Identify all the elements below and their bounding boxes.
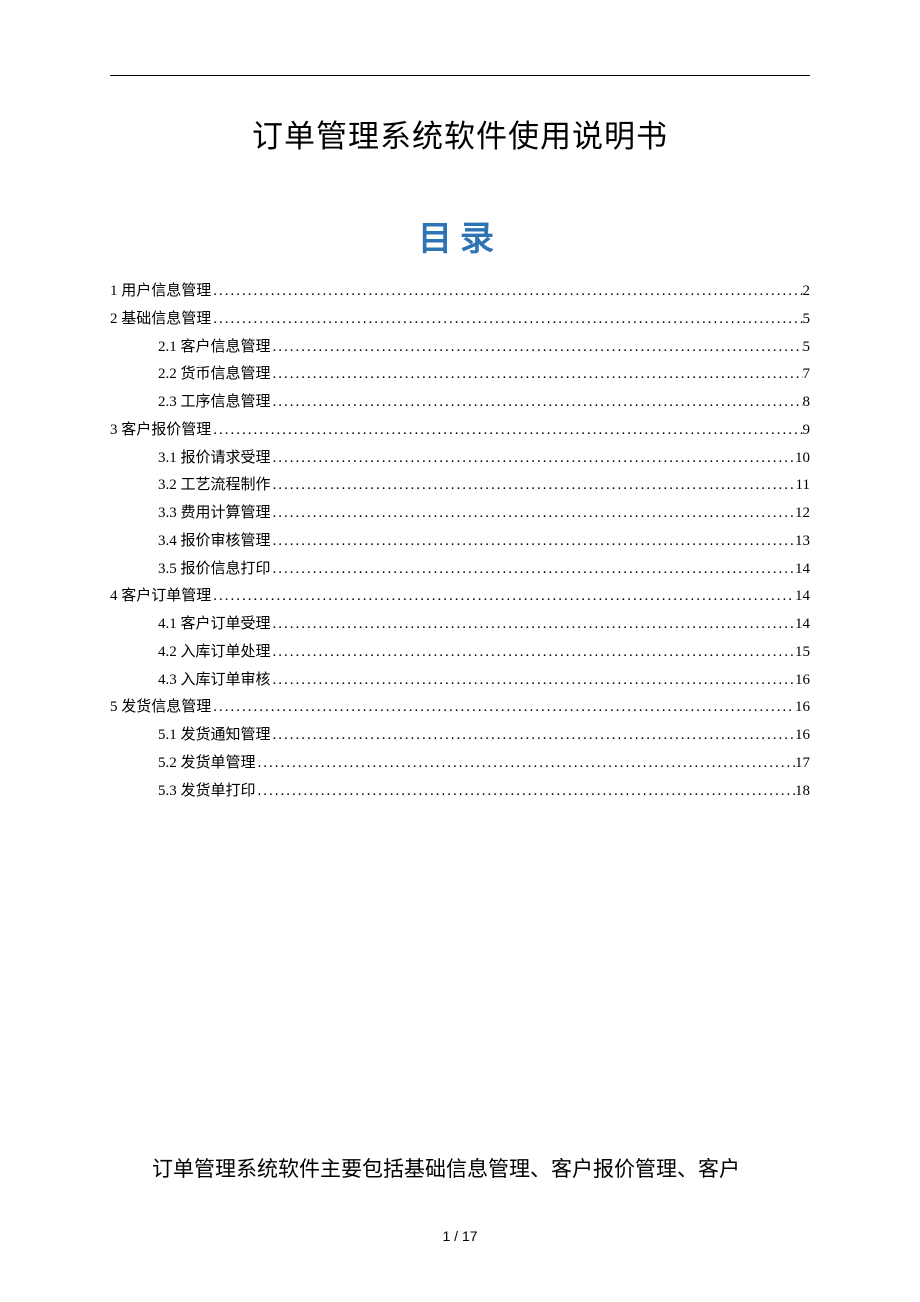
toc-leader-dots — [271, 445, 795, 473]
document-title: 订单管理系统软件使用说明书 — [110, 111, 810, 156]
toc-leader-dots — [211, 306, 802, 334]
toc-leader-dots — [211, 278, 802, 306]
toc-entry-label: 4 客户订单管理 — [110, 583, 211, 611]
toc-entry[interactable]: 3 客户报价管理 9 — [110, 417, 810, 445]
toc-entry[interactable]: 5 发货信息管理 16 — [110, 694, 810, 722]
toc-entry-label: 3.5 报价信息打印 — [158, 556, 271, 584]
table-of-contents: 1 用户信息管理 2 2 基础信息管理 5 2.1 客户信息管理 5 2.2 货币信息管理 7… — [110, 278, 810, 805]
toc-entry-page: 17 — [795, 750, 810, 778]
toc-entry[interactable]: 2.2 货币信息管理 7 — [110, 361, 810, 389]
toc-entry[interactable]: 4.2 入库订单处理 15 — [110, 639, 810, 667]
toc-entry-page: 12 — [795, 500, 810, 528]
toc-entry-label: 4.2 入库订单处理 — [158, 639, 271, 667]
toc-entry-page: 7 — [803, 361, 811, 389]
toc-entry-page: 13 — [795, 528, 810, 556]
toc-entry[interactable]: 4.3 入库订单审核 16 — [110, 667, 810, 695]
toc-entry-label: 5.2 发货单管理 — [158, 750, 256, 778]
toc-entry-page: 18 — [795, 778, 810, 806]
toc-leader-dots — [211, 417, 802, 445]
toc-leader-dots — [271, 500, 795, 528]
toc-entry-label: 2 基础信息管理 — [110, 306, 211, 334]
toc-leader-dots — [271, 722, 795, 750]
toc-entry[interactable]: 4 客户订单管理 14 — [110, 583, 810, 611]
toc-entry-page: 16 — [795, 667, 810, 695]
toc-leader-dots — [271, 611, 795, 639]
toc-entry-label: 1 用户信息管理 — [110, 278, 211, 306]
toc-entry-label: 2.2 货币信息管理 — [158, 361, 271, 389]
toc-entry-page: 14 — [795, 556, 810, 584]
toc-entry[interactable]: 2.3 工序信息管理 8 — [110, 389, 810, 417]
toc-entry-label: 3.2 工艺流程制作 — [158, 472, 271, 500]
toc-entry[interactable]: 1 用户信息管理 2 — [110, 278, 810, 306]
toc-leader-dots — [271, 472, 796, 500]
toc-leader-dots — [256, 750, 795, 778]
toc-entry[interactable]: 5.2 发货单管理 17 — [110, 750, 810, 778]
toc-entry[interactable]: 3.1 报价请求受理 10 — [110, 445, 810, 473]
toc-entry-label: 3 客户报价管理 — [110, 417, 211, 445]
toc-entry-label: 5.1 发货通知管理 — [158, 722, 271, 750]
toc-entry-label: 3.1 报价请求受理 — [158, 445, 271, 473]
toc-entry-page: 16 — [795, 694, 810, 722]
toc-entry-page: 2 — [803, 278, 811, 306]
toc-entry[interactable]: 5.1 发货通知管理 16 — [110, 722, 810, 750]
toc-entry-page: 5 — [803, 306, 811, 334]
toc-entry-page: 15 — [795, 639, 810, 667]
toc-entry-page: 14 — [795, 583, 810, 611]
toc-entry-label: 4.3 入库订单审核 — [158, 667, 271, 695]
toc-leader-dots — [271, 361, 803, 389]
toc-entry[interactable]: 5.3 发货单打印 18 — [110, 778, 810, 806]
toc-leader-dots — [211, 694, 795, 722]
toc-entry-page: 8 — [803, 389, 811, 417]
toc-entry[interactable]: 2.1 客户信息管理 5 — [110, 334, 810, 362]
toc-entry[interactable]: 2 基础信息管理 5 — [110, 306, 810, 334]
toc-entry-page: 9 — [803, 417, 811, 445]
toc-entry[interactable]: 3.4 报价审核管理 13 — [110, 528, 810, 556]
toc-leader-dots — [271, 334, 803, 362]
toc-entry-label: 5 发货信息管理 — [110, 694, 211, 722]
toc-entry[interactable]: 3.2 工艺流程制作 11 — [110, 472, 810, 500]
toc-entry-page: 10 — [795, 445, 810, 473]
toc-entry-label: 2.1 客户信息管理 — [158, 334, 271, 362]
toc-entry-label: 2.3 工序信息管理 — [158, 389, 271, 417]
toc-entry-page: 16 — [795, 722, 810, 750]
toc-entry-page: 14 — [795, 611, 810, 639]
toc-leader-dots — [271, 639, 795, 667]
toc-leader-dots — [271, 556, 795, 584]
toc-leader-dots — [271, 389, 803, 417]
header-rule — [110, 75, 810, 76]
toc-entry[interactable]: 3.3 费用计算管理 12 — [110, 500, 810, 528]
toc-leader-dots — [271, 667, 795, 695]
intro-paragraph: 订单管理系统软件主要包括基础信息管理、客户报价管理、客户 — [110, 1150, 810, 1190]
toc-entry-label: 4.1 客户订单受理 — [158, 611, 271, 639]
toc-entry-page: 5 — [803, 334, 811, 362]
toc-entry-label: 5.3 发货单打印 — [158, 778, 256, 806]
page-footer: 1 / 17 — [0, 1228, 920, 1244]
toc-entry-label: 3.3 费用计算管理 — [158, 500, 271, 528]
toc-leader-dots — [271, 528, 795, 556]
toc-entry[interactable]: 3.5 报价信息打印 14 — [110, 556, 810, 584]
toc-leader-dots — [256, 778, 795, 806]
toc-heading: 目录 — [110, 211, 810, 260]
toc-leader-dots — [211, 583, 795, 611]
toc-entry-page: 11 — [796, 472, 810, 500]
toc-entry-label: 3.4 报价审核管理 — [158, 528, 271, 556]
toc-entry[interactable]: 4.1 客户订单受理 14 — [110, 611, 810, 639]
